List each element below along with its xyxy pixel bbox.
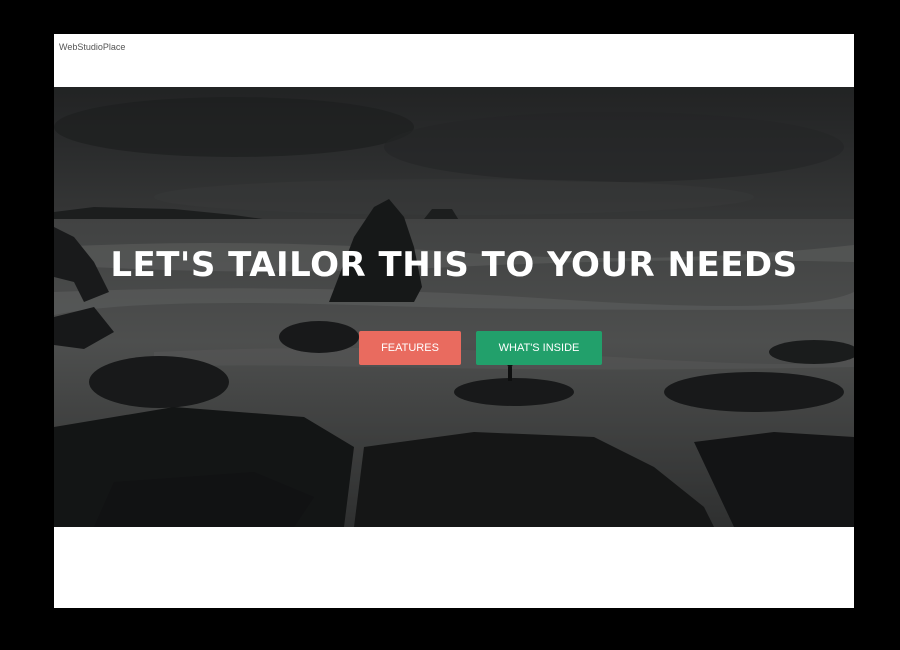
- brand-logo-text[interactable]: WebStudioPlace: [59, 42, 125, 52]
- hero-title: LET'S TAILOR THIS TO YOUR NEEDS: [110, 245, 798, 285]
- hero-background-image: [54, 87, 854, 527]
- features-button-label: FEATURES: [381, 342, 439, 354]
- whats-inside-button-label: WHAT'S INSIDE: [498, 342, 580, 354]
- hero-section: LET'S TAILOR THIS TO YOUR NEEDS FEATURES…: [54, 87, 854, 527]
- features-button[interactable]: FEATURES: [359, 331, 461, 365]
- whats-inside-button[interactable]: WHAT'S INSIDE: [476, 331, 602, 365]
- page: WebStudioPlace LET'S TAILOR THIS TO YOUR…: [54, 34, 854, 608]
